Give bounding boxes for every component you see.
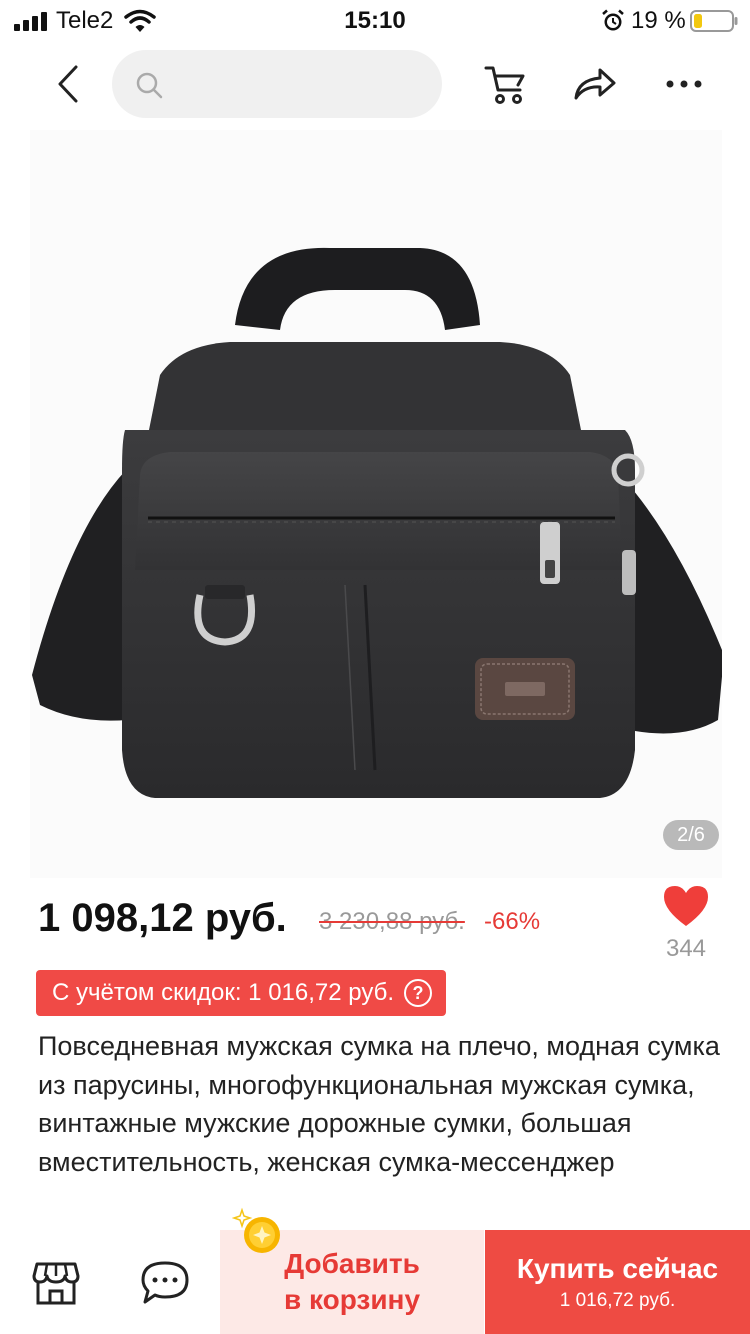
buy-now-button[interactable]: Купить сейчас 1 016,72 руб. — [485, 1230, 750, 1334]
alarm-icon — [602, 9, 624, 31]
nav-bar — [0, 46, 750, 126]
add-to-cart-label: Добавить в корзину — [283, 1248, 421, 1315]
coupon-text: С учётом скидок: 1 016,72 руб. — [52, 979, 395, 1006]
product-image[interactable] — [30, 130, 724, 878]
buy-now-price: 1 016,72 руб. — [559, 1290, 676, 1311]
share-button[interactable] — [570, 62, 618, 106]
image-counter: 2/6 — [663, 820, 719, 850]
status-bar: Tele2 15:10 19 % — [0, 0, 750, 44]
bag-illustration — [32, 247, 724, 798]
product-price: 1 098,12 руб. — [38, 896, 287, 940]
bottom-action-bar: Добавить в корзину Купить сейчас 1 016,7… — [0, 1230, 750, 1334]
chat-button[interactable] — [140, 1260, 190, 1306]
heart-icon — [664, 886, 708, 926]
wishlist-button[interactable]: 344 — [656, 884, 716, 974]
cart-button[interactable] — [482, 62, 530, 106]
search-icon — [136, 72, 163, 99]
battery-percent: 19 % — [631, 7, 686, 34]
store-icon — [32, 1262, 80, 1305]
coin-icon — [232, 1207, 280, 1253]
buy-now-label: Купить сейчас — [516, 1253, 719, 1284]
chat-icon — [141, 1261, 189, 1304]
discount-percent: -66% — [484, 908, 541, 935]
share-icon — [574, 68, 616, 100]
product-title: Повседневная мужская сумка на плечо, мод… — [38, 1031, 720, 1177]
battery-icon — [690, 10, 738, 32]
original-price: 3 230,88 руб. — [319, 908, 465, 935]
wishlist-count: 344 — [665, 935, 707, 962]
help-icon[interactable]: ? — [404, 979, 433, 1007]
search-input[interactable] — [112, 50, 442, 118]
store-button[interactable] — [32, 1260, 80, 1306]
back-button[interactable] — [44, 60, 92, 108]
more-icon — [666, 80, 702, 88]
more-button[interactable] — [660, 62, 708, 106]
back-chevron-icon — [58, 65, 78, 103]
cart-icon — [484, 66, 525, 104]
coupon-banner[interactable]: С учётом скидок: 1 016,72 руб. ? — [36, 970, 447, 1016]
